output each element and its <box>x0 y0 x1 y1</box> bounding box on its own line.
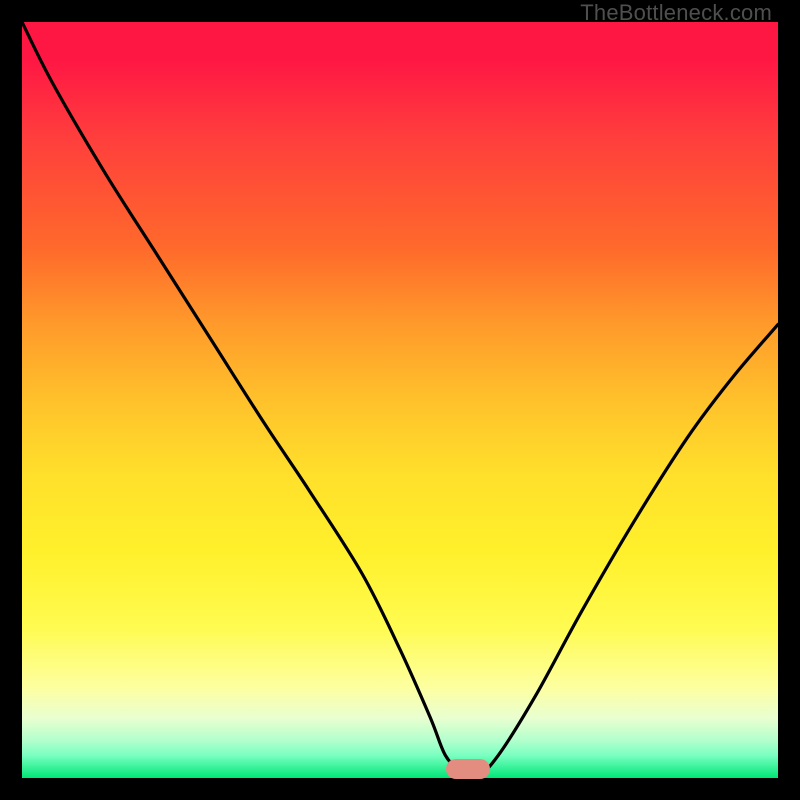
bottleneck-curve <box>22 22 778 778</box>
optimal-marker <box>446 759 490 779</box>
watermark-text: TheBottleneck.com <box>580 0 772 26</box>
plot-area <box>22 22 778 778</box>
chart-frame: TheBottleneck.com <box>0 0 800 800</box>
